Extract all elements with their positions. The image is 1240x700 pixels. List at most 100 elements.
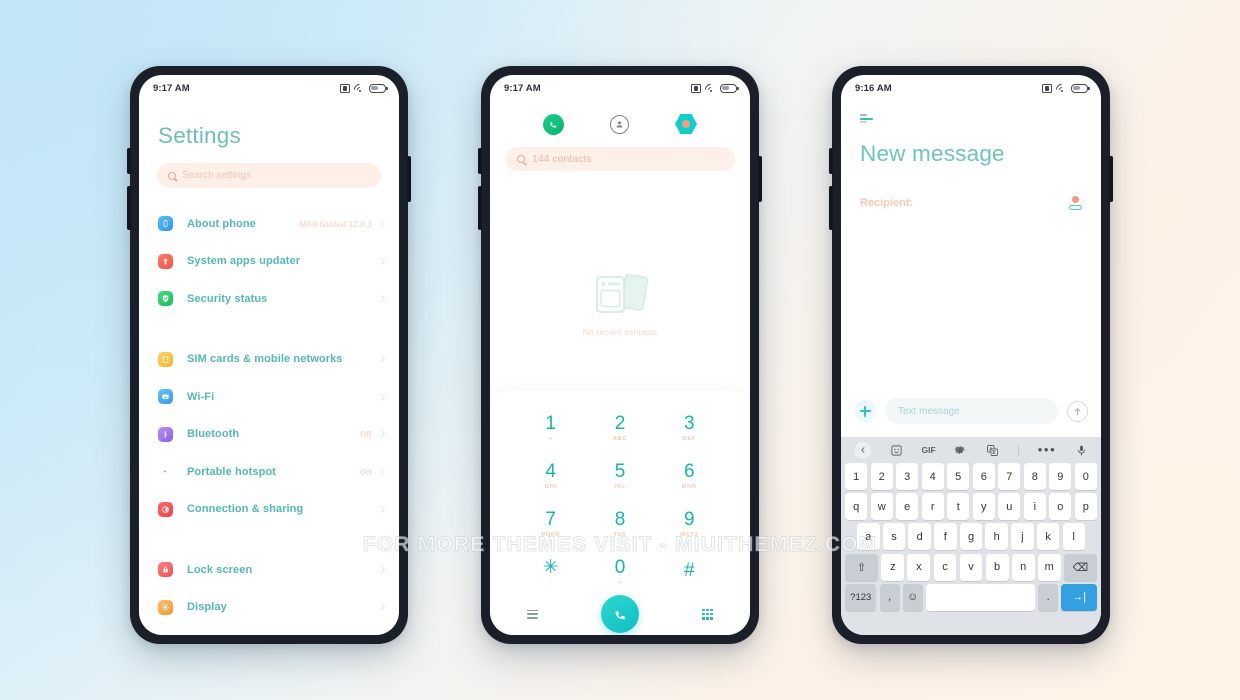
key-a[interactable]: a xyxy=(857,523,880,551)
settings-row-lock-screen[interactable]: Lock screen xyxy=(139,551,399,589)
keypad-key-0[interactable]: 0 + xyxy=(585,549,654,594)
key-m[interactable]: m xyxy=(1037,553,1061,581)
key-v[interactable]: v xyxy=(959,553,983,581)
key-k[interactable]: k xyxy=(1036,523,1060,551)
recent-calls-icon[interactable] xyxy=(543,113,564,135)
emoji-key[interactable]: ☺ xyxy=(902,583,923,611)
phone3-power-button[interactable] xyxy=(1109,156,1113,202)
hamburger-icon[interactable] xyxy=(860,114,873,123)
settings-row-about-phone[interactable]: About phone MIUI Global 12.0.3 xyxy=(139,205,399,243)
space-key[interactable] xyxy=(925,583,1036,611)
key-j[interactable]: j xyxy=(1011,523,1034,551)
status-icons xyxy=(340,81,388,97)
keypad-key-7[interactable]: 7 PQRS xyxy=(516,501,585,546)
key-5[interactable]: 5 xyxy=(947,463,970,490)
key-x[interactable]: x xyxy=(907,553,931,581)
phone2-mute-button[interactable] xyxy=(478,148,482,174)
key-u[interactable]: u xyxy=(998,493,1021,521)
key-d[interactable]: d xyxy=(908,523,931,551)
key-6[interactable]: 6 xyxy=(972,463,995,490)
keypad-key-star[interactable]: ✳, xyxy=(516,549,585,594)
keypad-key-3[interactable]: 3 DEF xyxy=(655,405,724,450)
settings-row-connection-sharing[interactable]: Connection & sharing xyxy=(139,491,399,529)
settings-row-bluetooth[interactable]: Bluetooth Off xyxy=(139,416,399,454)
sym-key[interactable]: ?123 xyxy=(845,583,877,611)
comma-key[interactable]: , xyxy=(879,583,900,611)
phone3-mute-button[interactable] xyxy=(829,148,833,174)
call-button[interactable] xyxy=(601,595,639,633)
key-r[interactable]: r xyxy=(921,493,944,521)
key-f[interactable]: f xyxy=(934,523,957,551)
keypad-key-hash[interactable]: # xyxy=(655,549,724,594)
key-y[interactable]: y xyxy=(972,493,995,521)
phone3-volume-button[interactable] xyxy=(829,186,833,230)
key-h[interactable]: h xyxy=(985,523,1008,551)
mic-icon[interactable] xyxy=(1075,444,1088,457)
key-t[interactable]: t xyxy=(947,493,970,521)
contacts-icon[interactable] xyxy=(610,114,629,134)
keypad-key-4[interactable]: 4 GHI xyxy=(516,453,585,498)
recipient-row[interactable]: Recipient: xyxy=(841,167,1101,210)
translate-icon[interactable] xyxy=(986,444,999,457)
key-z[interactable]: z xyxy=(881,553,905,581)
key-c[interactable]: c xyxy=(933,553,957,581)
key-b[interactable]: b xyxy=(985,553,1009,581)
phone2-power-button[interactable] xyxy=(758,156,762,202)
gif-button[interactable]: GIF xyxy=(922,445,936,455)
key-0[interactable]: 0 xyxy=(1074,463,1097,490)
keypad-key-9[interactable]: 9 WXYZ xyxy=(655,501,724,546)
key-e[interactable]: e xyxy=(896,493,919,521)
contacts-search-input[interactable]: 144 contacts xyxy=(505,147,735,171)
text-message-input[interactable]: Text message xyxy=(885,398,1058,424)
settings-row-display[interactable]: Display xyxy=(139,589,399,627)
key-g[interactable]: g xyxy=(959,523,983,551)
keypad-key-8[interactable]: 8 TUV xyxy=(585,501,654,546)
key-7[interactable]: 7 xyxy=(998,463,1021,490)
enter-key[interactable]: →| xyxy=(1061,583,1097,611)
keypad-grid-icon[interactable] xyxy=(702,608,713,620)
key-4[interactable]: 4 xyxy=(921,463,944,490)
key-n[interactable]: n xyxy=(1011,553,1035,581)
gear-icon[interactable] xyxy=(954,444,967,457)
key-p[interactable]: p xyxy=(1074,493,1097,521)
settings-row-security-status[interactable]: Security status xyxy=(139,280,399,318)
key-s[interactable]: s xyxy=(882,523,906,551)
settings-row-sim-cards-mobile-networks[interactable]: SIM cards & mobile networks xyxy=(139,341,399,379)
key-8[interactable]: 8 xyxy=(1023,463,1046,490)
more-dots-icon[interactable]: ••• xyxy=(1038,443,1056,456)
period-key[interactable]: . xyxy=(1038,583,1059,611)
settings-row-label: Portable hotspot xyxy=(187,465,276,478)
send-up-arrow-icon[interactable] xyxy=(1067,400,1088,422)
keypad-key-6[interactable]: 6 MNO xyxy=(655,453,724,498)
back-chevron-icon[interactable] xyxy=(854,441,871,459)
shift-key[interactable]: ⇧ xyxy=(845,553,879,581)
settings-row-portable-hotspot[interactable]: Portable hotspot Off xyxy=(139,453,399,491)
phone1-volume-button[interactable] xyxy=(127,186,131,230)
settings-row-wi-fi[interactable]: Wi-Fi xyxy=(139,378,399,416)
plus-attach-icon[interactable] xyxy=(854,400,876,422)
key-l[interactable]: l xyxy=(1062,523,1085,551)
key-w[interactable]: w xyxy=(870,493,893,521)
keypad-key-2[interactable]: 2 ABC xyxy=(585,405,654,450)
keypad-key-letters: MNO xyxy=(681,483,697,490)
key-o[interactable]: o xyxy=(1049,493,1072,521)
keypad-key-5[interactable]: 5 JKL xyxy=(585,453,654,498)
key-1[interactable]: 1 xyxy=(845,463,868,490)
key-q[interactable]: q xyxy=(845,493,868,521)
phone2-volume-button[interactable] xyxy=(478,186,482,230)
key-2[interactable]: 2 xyxy=(870,463,893,490)
key-9[interactable]: 9 xyxy=(1049,463,1072,490)
menu-icon[interactable] xyxy=(527,609,538,619)
add-contact-icon[interactable] xyxy=(1068,196,1082,210)
key-i[interactable]: i xyxy=(1023,493,1046,521)
sticker-icon[interactable] xyxy=(890,444,903,457)
settings-row-system-apps-updater[interactable]: System apps updater xyxy=(139,243,399,281)
favorites-hex-icon[interactable] xyxy=(675,113,697,135)
delete-key[interactable]: ⌫ xyxy=(1063,553,1097,581)
search-settings-input[interactable]: Search settings xyxy=(157,163,381,188)
keypad-key-1[interactable]: 1 ∞ xyxy=(516,405,585,450)
phone1-mute-button[interactable] xyxy=(127,148,131,174)
phone1-power-button[interactable] xyxy=(407,156,411,202)
key-3[interactable]: 3 xyxy=(896,463,919,490)
settings-row-label: Wi-Fi xyxy=(187,390,215,403)
